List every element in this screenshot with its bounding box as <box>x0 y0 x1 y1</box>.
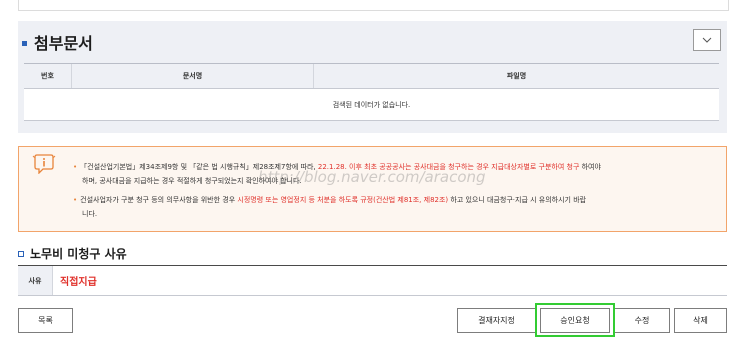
delete-button[interactable]: 삭제 <box>674 308 727 333</box>
column-header-document-name: 문서명 <box>71 63 314 89</box>
notice-text: 건설사업자가 구분 청구 등의 의무사항을 위반한 경우 <box>80 196 238 204</box>
heading-bullet-icon <box>18 250 24 257</box>
notice-box: • 「건설산업기본법」제34조제9항 및 「같은 법 시행규칙」제28조제7항에 … <box>18 146 727 232</box>
labor-heading: 노무비 미청구 사유 <box>18 245 127 262</box>
column-header-file-name: 파일명 <box>313 63 719 89</box>
info-speech-icon <box>32 154 56 174</box>
highlight-box <box>535 303 615 337</box>
notice-bullet: • <box>73 196 78 204</box>
notice-highlight-text: 시정명령 또는 영업정지 등 처분을 하도록 규정(건산법 제81조, 제82조… <box>237 196 449 204</box>
reason-label: 사유 <box>18 266 53 295</box>
attachments-title: 첨부문서 <box>34 34 93 53</box>
collapse-toggle-button[interactable] <box>693 29 721 51</box>
chevron-down-icon <box>702 37 712 43</box>
reason-row: 사유 직접지급 <box>18 265 727 296</box>
edit-button[interactable]: 수정 <box>614 308 670 333</box>
notice-text: 하여야 <box>579 163 601 171</box>
reason-value: 직접지급 <box>60 277 97 288</box>
column-header-number: 번호 <box>24 63 72 89</box>
notice-bullet: • <box>73 163 78 171</box>
empty-message: 검색된 데이터가 없습니다. <box>24 88 719 121</box>
approver-button[interactable]: 결재자지정 <box>457 308 536 333</box>
notice-line-4: 니다. <box>73 208 713 221</box>
table-row: 검색된 데이터가 없습니다. <box>24 88 719 121</box>
attachments-table: 번호 문서명 파일명 검색된 데이터가 없습니다. <box>24 63 719 121</box>
table-header-row: 번호 문서명 파일명 <box>24 63 719 89</box>
notice-line-3: • 건설사업자가 구분 청구 등의 의무사항을 위반한 경우 시정명령 또는 영업… <box>73 194 713 207</box>
list-button[interactable]: 목록 <box>18 308 73 333</box>
notice-text: 니다. <box>82 210 98 218</box>
labor-title: 노무비 미청구 사유 <box>30 247 127 261</box>
attachments-heading: 첨부문서 <box>22 30 93 54</box>
top-panel <box>18 0 729 11</box>
watermark: http://blog.naver.com/aracong <box>258 168 486 186</box>
attachments-section: 첨부문서 번호 문서명 파일명 검색된 데이터가 없습니다. <box>18 21 727 133</box>
notice-text: 하고 있으니 대금청구·지급 시 유의하시기 바랍 <box>448 196 587 204</box>
heading-bullet-icon <box>22 40 27 46</box>
